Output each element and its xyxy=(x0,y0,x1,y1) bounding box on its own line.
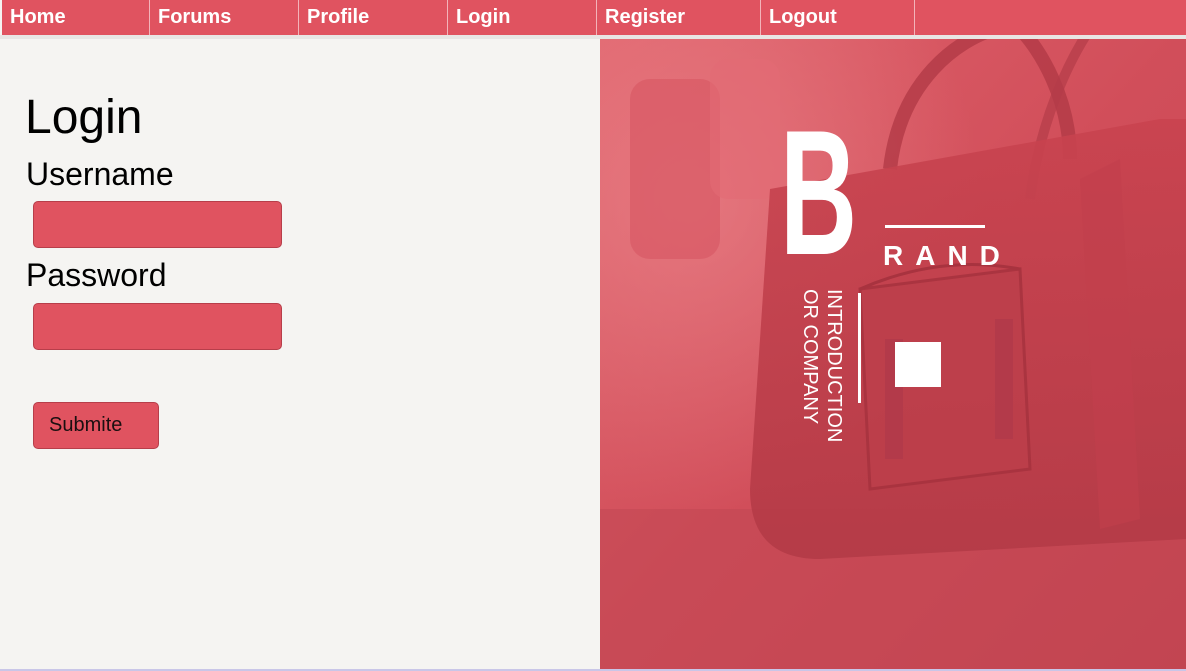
brand-logo-letter: B xyxy=(780,93,857,292)
brand-logo: B RAND INTRODUCTION OR COMPANY xyxy=(780,104,1000,467)
nav-item-home[interactable]: Home xyxy=(2,0,150,35)
submit-button[interactable]: Submite xyxy=(33,402,159,449)
brand-tagline-line2: OR COMPANY xyxy=(799,289,821,425)
nav-item-register[interactable]: Register xyxy=(597,0,761,35)
brand-tagline-line1: INTRODUCTION xyxy=(823,289,845,443)
brand-tagline: INTRODUCTION OR COMPANY xyxy=(798,289,846,489)
nav-item-login[interactable]: Login xyxy=(448,0,597,35)
brand-square-mark xyxy=(895,342,941,387)
top-nav-bar: Home Forums Profile Login Register Logou… xyxy=(2,0,1186,36)
username-label: Username xyxy=(26,156,174,192)
username-input[interactable] xyxy=(33,201,282,248)
brand-logo-word: RAND xyxy=(883,240,1012,271)
nav-item-profile[interactable]: Profile xyxy=(299,0,448,35)
nav-item-logout[interactable]: Logout xyxy=(761,0,915,35)
page-title: Login xyxy=(25,91,143,144)
login-panel: Login Username Password Submite xyxy=(0,39,600,669)
brand-vertical-rule xyxy=(858,293,861,403)
nav-item-forums[interactable]: Forums xyxy=(150,0,299,35)
brand-logo-rule xyxy=(885,225,985,228)
password-label: Password xyxy=(26,257,167,293)
password-input[interactable] xyxy=(33,303,282,350)
brand-hero-image: B RAND INTRODUCTION OR COMPANY xyxy=(600,39,1186,669)
